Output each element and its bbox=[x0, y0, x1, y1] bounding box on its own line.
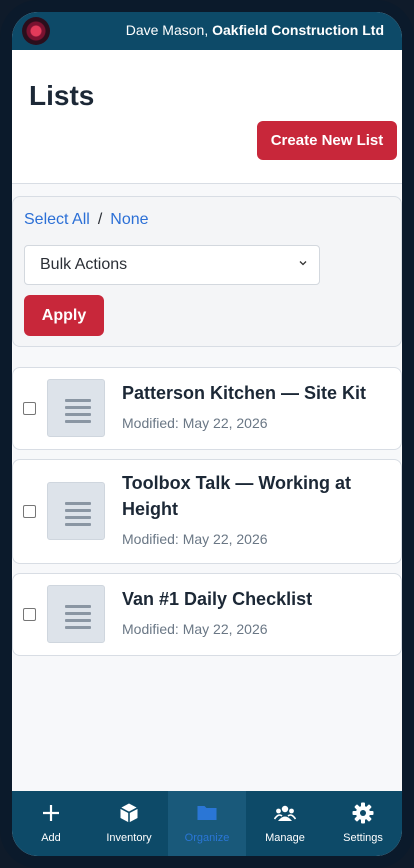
tab-settings[interactable]: Settings bbox=[324, 791, 402, 856]
list-title[interactable]: Patterson Kitchen — Site Kit bbox=[122, 380, 387, 406]
tab-add[interactable]: Add bbox=[12, 791, 90, 856]
company-name: Oakfield Construction Ltd bbox=[212, 22, 384, 38]
list-thumbnail-icon bbox=[47, 585, 105, 643]
folder-icon bbox=[197, 806, 217, 820]
list-modified-date: Modified: May 22, 2026 bbox=[122, 531, 268, 547]
apply-button[interactable]: Apply bbox=[24, 295, 104, 336]
list-modified-date: Modified: May 22, 2026 bbox=[122, 415, 268, 431]
tab-label: Inventory bbox=[106, 832, 152, 844]
selection-links: Select All / None bbox=[24, 211, 149, 229]
phone-frame: Dave Mason, Oakfield Construction Ltd Li… bbox=[0, 0, 414, 868]
list-title[interactable]: Van #1 Daily Checklist bbox=[122, 586, 387, 612]
bulk-actions-value: Bulk Actions bbox=[40, 256, 128, 273]
list-checkbox[interactable] bbox=[23, 505, 36, 518]
plus-icon bbox=[43, 805, 59, 821]
list-modified-date: Modified: May 22, 2026 bbox=[122, 621, 268, 637]
selection-separator: / bbox=[97, 211, 103, 228]
list-card[interactable]: Van #1 Daily Checklist Modified: May 22,… bbox=[12, 573, 402, 656]
box-icon bbox=[120, 803, 138, 823]
bulk-actions-panel: Select All / None Bulk Actions Apply bbox=[12, 196, 402, 347]
list-checkbox[interactable] bbox=[23, 402, 36, 415]
list-title[interactable]: Toolbox Talk — Working at Height bbox=[122, 470, 387, 522]
list-checkbox[interactable] bbox=[23, 608, 36, 621]
user-account-label[interactable]: Dave Mason, Oakfield Construction Ltd bbox=[126, 22, 384, 38]
select-none-link[interactable]: None bbox=[110, 211, 148, 228]
select-all-link[interactable]: Select All bbox=[24, 211, 90, 228]
tab-label: Settings bbox=[343, 832, 383, 844]
create-new-list-button[interactable]: Create New List bbox=[257, 121, 397, 160]
list-thumbnail-icon bbox=[47, 379, 105, 437]
list-card[interactable]: Patterson Kitchen — Site Kit Modified: M… bbox=[12, 367, 402, 450]
app-screen: Dave Mason, Oakfield Construction Ltd Li… bbox=[12, 12, 402, 856]
tab-label: Manage bbox=[265, 832, 305, 844]
page-header: Lists Create New List bbox=[12, 50, 402, 184]
tab-label: Organize bbox=[184, 832, 230, 844]
gear-icon bbox=[352, 802, 374, 824]
user-name: Dave Mason, bbox=[125, 22, 209, 38]
tab-inventory[interactable]: Inventory bbox=[90, 791, 168, 856]
tab-label: Add bbox=[41, 832, 61, 844]
chevron-down-icon bbox=[299, 261, 307, 266]
tab-manage[interactable]: Manage bbox=[246, 791, 324, 856]
page-title: Lists bbox=[29, 80, 95, 111]
list-thumbnail-icon bbox=[47, 482, 105, 540]
bulk-actions-select[interactable]: Bulk Actions bbox=[24, 245, 320, 285]
tab-organize[interactable]: Organize bbox=[168, 791, 246, 856]
bottom-tab-bar: Add Inventory Organize Manage Settings bbox=[12, 791, 402, 856]
top-bar: Dave Mason, Oakfield Construction Ltd bbox=[12, 12, 402, 50]
people-icon bbox=[274, 805, 296, 821]
list-card[interactable]: Toolbox Talk — Working at Height Modifie… bbox=[12, 459, 402, 564]
company-logo[interactable] bbox=[22, 17, 50, 45]
